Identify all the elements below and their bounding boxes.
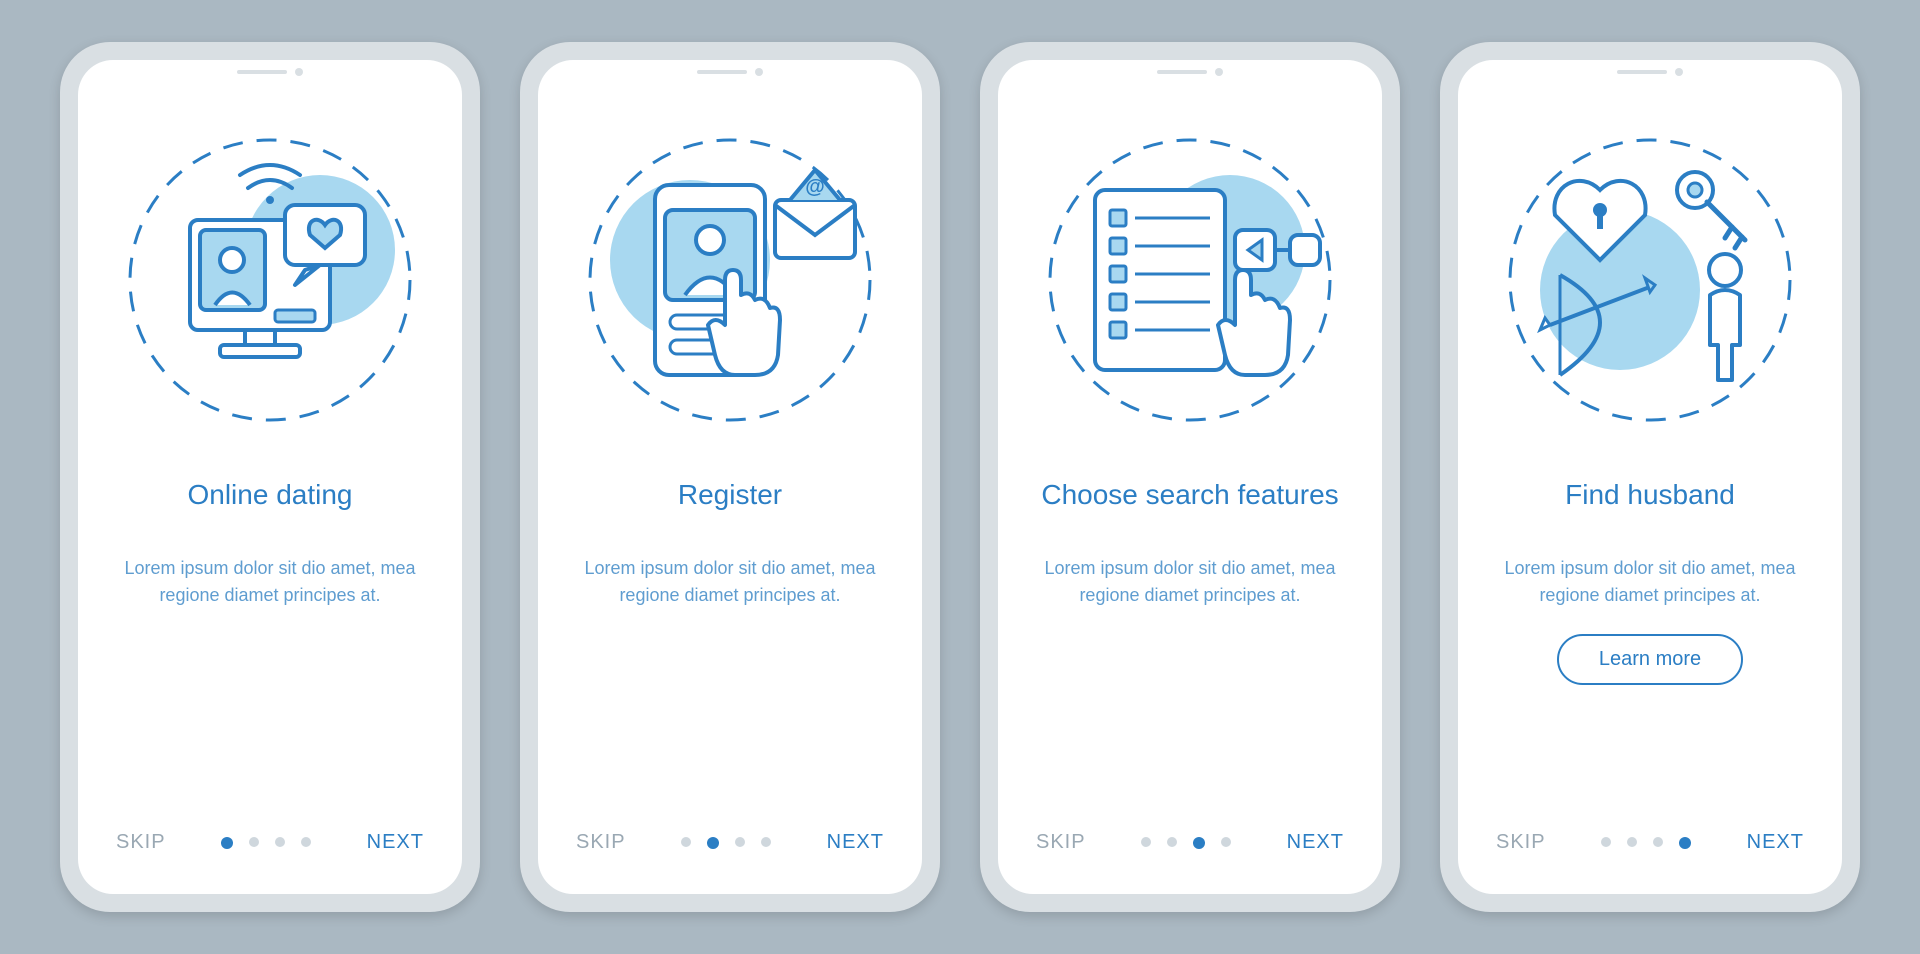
page-dot [249,837,259,847]
page-indicator [681,837,771,849]
next-button[interactable]: NEXT [1287,831,1344,854]
page-dot [1141,837,1151,847]
search-features-illustration [1040,130,1340,430]
onboarding-footer: SKIP NEXT [1028,831,1352,864]
page-dot [1653,837,1663,847]
screen-title: Online dating [187,460,352,530]
phone-frame: Find husband Lorem ipsum dolor sit dio a… [1440,42,1860,912]
onboarding-screen-3: Choose search features Lorem ipsum dolor… [998,60,1382,894]
find-husband-illustration [1500,130,1800,430]
page-dot [761,837,771,847]
page-dot [221,837,233,849]
page-indicator [1141,837,1231,849]
svg-text:@: @ [805,176,825,198]
phone-notch [237,68,303,76]
onboarding-screen-1: Online dating Lorem ipsum dolor sit dio … [78,60,462,894]
onboarding-screen-4: Find husband Lorem ipsum dolor sit dio a… [1458,60,1842,894]
phone-notch [697,68,763,76]
screen-title: Register [678,460,782,530]
screen-description: Lorem ipsum dolor sit dio amet, mea regi… [1028,555,1352,831]
skip-button[interactable]: SKIP [116,831,166,854]
phone-frame: Choose search features Lorem ipsum dolor… [980,42,1400,912]
page-dot [707,837,719,849]
screen-description: Lorem ipsum dolor sit dio amet, mea regi… [108,555,432,831]
page-dot [1167,837,1177,847]
register-illustration: @ [580,130,880,430]
page-indicator [221,837,311,849]
next-button[interactable]: NEXT [1747,831,1804,854]
learn-more-button[interactable]: Learn more [1557,634,1743,685]
screen-title: Choose search features [1041,460,1338,530]
page-dot [1627,837,1637,847]
screen-title: Find husband [1565,460,1735,530]
page-dot [735,837,745,847]
screen-description: Lorem ipsum dolor sit dio amet, mea regi… [568,555,892,831]
next-button[interactable]: NEXT [367,831,424,854]
page-dot [681,837,691,847]
onboarding-screen-2: @ Register Lorem ipsum dolor sit dio ame… [538,60,922,894]
next-button[interactable]: NEXT [827,831,884,854]
phone-frame: @ Register Lorem ipsum dolor sit dio ame… [520,42,940,912]
page-dot [1679,837,1691,849]
page-dot [1221,837,1231,847]
onboarding-footer: SKIP NEXT [568,831,892,864]
onboarding-footer: SKIP NEXT [1488,831,1812,864]
skip-button[interactable]: SKIP [1496,831,1546,854]
page-dot [275,837,285,847]
phone-frame: Online dating Lorem ipsum dolor sit dio … [60,42,480,912]
skip-button[interactable]: SKIP [576,831,626,854]
online-dating-illustration [120,130,420,430]
page-dot [1193,837,1205,849]
phone-notch [1617,68,1683,76]
page-indicator [1601,837,1691,849]
page-dot [301,837,311,847]
screen-description: Lorem ipsum dolor sit dio amet, mea regi… [1488,555,1812,609]
onboarding-footer: SKIP NEXT [108,831,432,864]
skip-button[interactable]: SKIP [1036,831,1086,854]
page-dot [1601,837,1611,847]
phone-notch [1157,68,1223,76]
